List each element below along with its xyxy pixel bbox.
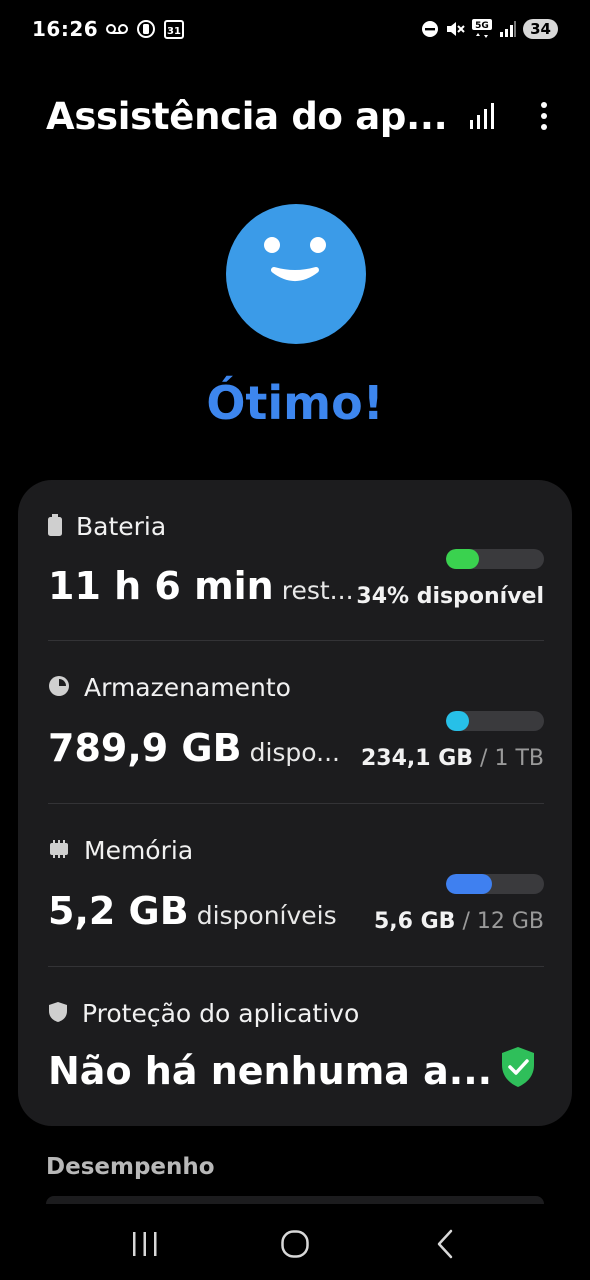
- memory-title: Memória: [84, 836, 194, 865]
- memory-header: Memória: [48, 836, 193, 865]
- app-header: Assistência do ap...: [0, 88, 590, 144]
- calendar-day: 31: [167, 26, 181, 37]
- battery-meter: [446, 549, 544, 569]
- pie-chart-icon: [48, 675, 70, 701]
- do-not-disturb-icon: [421, 20, 439, 38]
- calendar-icon: 31: [164, 19, 185, 39]
- page-title: Assistência do ap...: [46, 94, 448, 138]
- storage-detail: 234,1 GB / 1 TB: [361, 746, 544, 771]
- memory-chip-icon: [48, 838, 70, 864]
- memory-value: 5,2 GB: [48, 889, 189, 933]
- protection-header: Proteção do aplicativo: [48, 999, 359, 1028]
- storage-separator: /: [480, 746, 488, 771]
- storage-header: Armazenamento: [48, 673, 291, 702]
- status-bar: 16:26 31 5G 34: [0, 0, 590, 58]
- shield-check-icon: [500, 1046, 536, 1092]
- signal-icon: [499, 20, 517, 38]
- status-right: 5G 34: [421, 18, 558, 40]
- battery-percent: 34% disponível: [356, 584, 544, 609]
- storage-section[interactable]: Armazenamento 789,9 GB dispo... 234,1 GB…: [18, 641, 572, 803]
- battery-header: Bateria: [48, 512, 166, 541]
- battery-detail: 34% disponível: [356, 584, 544, 609]
- mute-icon: [445, 20, 465, 38]
- battery-remaining: 11 h 6 min rest...: [48, 564, 354, 608]
- app-protection-section[interactable]: Proteção do aplicativo Não há nenhuma a.…: [18, 967, 572, 1126]
- memory-separator: /: [462, 909, 470, 934]
- voicemail-icon: [106, 22, 129, 36]
- battery-time: 11 h 6 min: [48, 564, 274, 608]
- status-time: 16:26: [32, 17, 99, 41]
- protection-value: Não há nenhuma a...: [48, 1049, 493, 1093]
- memory-available: 5,2 GB disponíveis: [48, 889, 337, 933]
- memory-meter: [446, 874, 544, 894]
- network-type: 5G: [475, 21, 489, 31]
- recents-icon[interactable]: [105, 1214, 185, 1274]
- back-icon[interactable]: [405, 1214, 485, 1274]
- happy-face-icon: [226, 204, 366, 344]
- battery-section[interactable]: Bateria 11 h 6 min rest... 34% disponíve…: [18, 480, 572, 640]
- memory-detail: 5,6 GB / 12 GB: [374, 909, 544, 934]
- home-icon[interactable]: [255, 1214, 335, 1274]
- battery-indicator: 34: [523, 19, 558, 39]
- storage-meter-fill: [446, 711, 469, 731]
- status-left: 16:26 31: [32, 17, 185, 41]
- device-care-screen: 16:26 31 5G 34 Assistência do ap... Ótim…: [0, 0, 590, 1280]
- memory-used: 5,6 GB: [373, 909, 456, 934]
- sync-icon: [136, 19, 156, 39]
- protection-status: Não há nenhuma a...: [48, 1049, 492, 1093]
- battery-icon: [48, 513, 62, 540]
- storage-total: 1 TB: [494, 746, 544, 771]
- storage-title: Armazenamento: [84, 673, 291, 702]
- storage-value-suffix: dispo...: [249, 738, 340, 767]
- network-5g-icon: 5G: [471, 18, 493, 40]
- storage-value: 789,9 GB: [48, 726, 242, 770]
- navigation-bar: [0, 1208, 590, 1280]
- battery-time-suffix: rest...: [281, 576, 354, 605]
- section-heading-performance: Desempenho: [46, 1154, 215, 1180]
- storage-meter: [446, 711, 544, 731]
- device-status-label: Ótimo!: [206, 376, 384, 430]
- battery-meter-fill: [446, 549, 480, 569]
- storage-used: 234,1 GB: [360, 746, 474, 771]
- storage-available: 789,9 GB dispo...: [48, 726, 340, 770]
- protection-title: Proteção do aplicativo: [82, 999, 360, 1028]
- more-vert-icon[interactable]: [526, 96, 562, 136]
- overview-card: Bateria 11 h 6 min rest... 34% disponíve…: [18, 480, 572, 1126]
- memory-meter-fill: [446, 874, 492, 894]
- battery-title: Bateria: [76, 512, 167, 541]
- memory-value-suffix: disponíveis: [196, 901, 337, 930]
- shield-icon: [48, 1001, 68, 1027]
- performance-card-edge: [46, 1196, 544, 1204]
- header-actions: [464, 96, 562, 136]
- memory-section[interactable]: Memória 5,2 GB disponíveis 5,6 GB / 12 G…: [18, 804, 572, 966]
- bar-chart-icon[interactable]: [464, 96, 500, 136]
- memory-total: 12 GB: [476, 909, 544, 934]
